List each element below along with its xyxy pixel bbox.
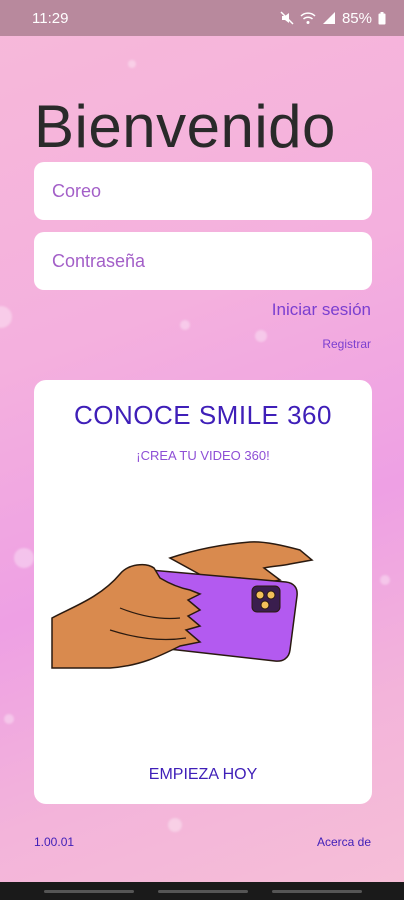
background-bokeh — [180, 320, 190, 330]
promo-subtitle: ¡CREA TU VIDEO 360! — [136, 448, 270, 463]
background-bokeh — [168, 818, 182, 832]
status-icons: 85% — [280, 10, 386, 27]
hands-holding-phone-illustration — [51, 541, 314, 669]
background-bokeh — [128, 60, 136, 68]
mute-icon — [280, 11, 294, 25]
nav-back-handle[interactable] — [272, 890, 362, 893]
wifi-icon — [300, 12, 316, 24]
app-version: 1.00.01 — [34, 835, 75, 849]
email-input[interactable] — [34, 162, 372, 220]
status-bar: 11:29 85% — [0, 0, 404, 36]
background-bokeh — [0, 306, 12, 328]
welcome-title: Bienvenido — [34, 93, 336, 160]
background-bokeh — [14, 548, 34, 568]
background-bokeh — [255, 330, 267, 342]
login-button[interactable]: Iniciar sesión — [272, 300, 371, 320]
register-link[interactable]: Registrar — [322, 337, 371, 351]
status-time: 11:29 — [32, 9, 69, 27]
battery-percentage: 85% — [341, 9, 372, 27]
promo-title: CONOCE SMILE 360 — [74, 400, 332, 430]
start-button[interactable]: EMPIEZA HOY — [34, 766, 372, 784]
password-input[interactable] — [34, 232, 372, 290]
signal-icon — [322, 12, 335, 24]
navigation-bar — [0, 882, 404, 900]
nav-home-handle[interactable] — [158, 890, 248, 893]
battery-icon — [378, 11, 386, 24]
nav-recents-handle[interactable] — [44, 890, 134, 893]
background-bokeh — [4, 714, 14, 724]
about-link[interactable]: Acerca de — [317, 835, 371, 849]
background-bokeh — [380, 575, 390, 585]
promo-card[interactable]: CONOCE SMILE 360 ¡CREA TU VIDEO 360! EMP… — [34, 380, 372, 804]
